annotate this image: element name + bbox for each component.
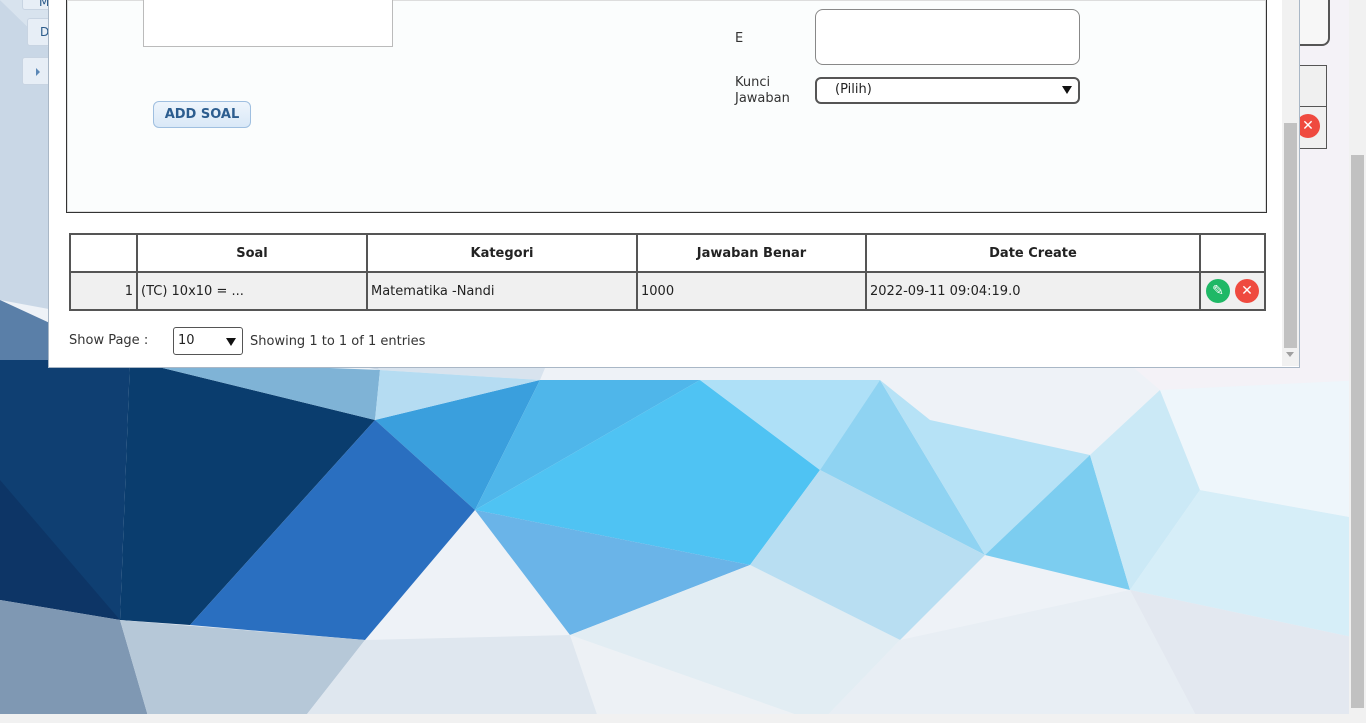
background-panel-fragment xyxy=(1298,0,1330,46)
question-form: ADD SOAL E Kunci Jawaban (Pilih) xyxy=(66,0,1267,213)
table-header-row: Soal Kategori Jawaban Benar Date Create xyxy=(69,233,1266,273)
dialog-scrollbar[interactable] xyxy=(1282,0,1299,366)
bottom-bar xyxy=(0,714,1366,723)
answer-key-label-line-1: Kunci xyxy=(735,75,771,90)
chevron-down-icon xyxy=(1059,81,1075,97)
option-e-field[interactable] xyxy=(815,9,1080,65)
page-size-select[interactable]: 10 xyxy=(173,327,243,355)
cell-jawaban-benar: 1000 xyxy=(636,271,867,311)
answer-key-select-value: (Pilih) xyxy=(835,82,872,97)
column-header-kategori[interactable]: Kategori xyxy=(366,233,638,273)
answer-option-textarea[interactable] xyxy=(143,0,393,47)
page-size-value: 10 xyxy=(178,333,195,348)
entries-info: Showing 1 to 1 of 1 entries xyxy=(250,334,426,349)
cell-date-create: 2022-09-11 09:04:19.0 xyxy=(865,271,1201,311)
chevron-down-icon xyxy=(223,333,239,349)
pencil-icon[interactable]: ✎ xyxy=(1206,279,1230,303)
page-scrollbar[interactable] xyxy=(1349,0,1366,714)
table-row: 1 (TC) 10x10 = ... Matematika -Nandi 100… xyxy=(69,271,1266,311)
add-soal-button[interactable]: ADD SOAL xyxy=(153,101,251,128)
cell-actions: ✎ ✕ xyxy=(1199,271,1266,311)
column-header-actions xyxy=(1199,233,1266,273)
cell-kategori: Matematika -Nandi xyxy=(366,271,638,311)
row-number: 1 xyxy=(69,271,138,311)
answer-key-select[interactable]: (Pilih) xyxy=(815,77,1080,104)
answer-key-label: Kunci Jawaban xyxy=(735,75,790,107)
column-header-soal[interactable]: Soal xyxy=(136,233,368,273)
show-page-label: Show Page : xyxy=(69,333,149,348)
background-table-fragment: ✕ xyxy=(1296,65,1327,149)
cell-soal: (TC) 10x10 = ... xyxy=(136,271,368,311)
column-header-jawaban-benar[interactable]: Jawaban Benar xyxy=(636,233,867,273)
option-e-label: E xyxy=(735,31,744,46)
scroll-down-arrow-icon[interactable] xyxy=(1286,352,1294,357)
page-scrollbar-thumb[interactable] xyxy=(1351,155,1364,708)
close-icon[interactable]: ✕ xyxy=(1235,279,1259,303)
answer-key-label-line-2: Jawaban xyxy=(735,91,790,106)
dialog-scrollbar-thumb[interactable] xyxy=(1284,123,1297,348)
column-header-no xyxy=(69,233,138,273)
add-question-dialog: ADD SOAL E Kunci Jawaban (Pilih) Soal Ka… xyxy=(48,0,1300,368)
question-table: Soal Kategori Jawaban Benar Date Create … xyxy=(69,233,1266,311)
chevron-right-icon xyxy=(36,68,40,76)
column-header-date-create[interactable]: Date Create xyxy=(865,233,1201,273)
